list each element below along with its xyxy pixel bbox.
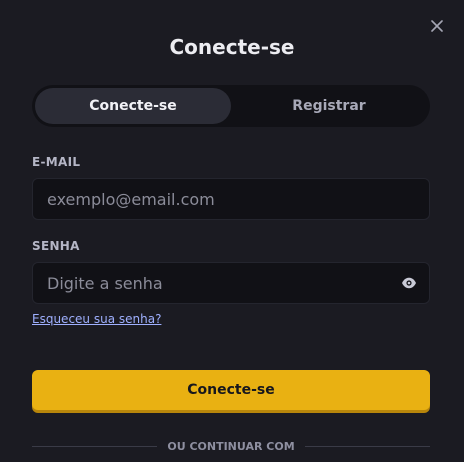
tab-login[interactable]: Conecte-se [35, 88, 231, 124]
close-icon [431, 20, 443, 32]
forgot-password-link[interactable]: Esqueceu sua senha? [32, 312, 161, 326]
password-field[interactable] [33, 263, 389, 303]
auth-tabs: Conecte-se Registrar [32, 85, 430, 127]
login-modal: Conecte-se Conecte-se Registrar E-MAIL S… [0, 0, 464, 462]
divider-line-left [32, 446, 158, 447]
eye-icon [402, 277, 416, 289]
tab-register[interactable]: Registrar [231, 88, 427, 124]
email-label: E-MAIL [32, 155, 81, 169]
social-divider: OU CONTINUAR COM [32, 440, 431, 453]
modal-title: Conecte-se [169, 35, 295, 59]
divider-text: OU CONTINUAR COM [167, 440, 295, 453]
password-label: SENHA [32, 239, 80, 253]
password-field-wrapper [32, 262, 430, 304]
show-password-button[interactable] [389, 263, 429, 303]
email-field[interactable] [33, 179, 429, 219]
close-button[interactable] [427, 16, 447, 36]
login-submit-button[interactable]: Conecte-se [32, 370, 430, 410]
divider-line-right [304, 446, 431, 447]
email-field-wrapper [32, 178, 430, 220]
